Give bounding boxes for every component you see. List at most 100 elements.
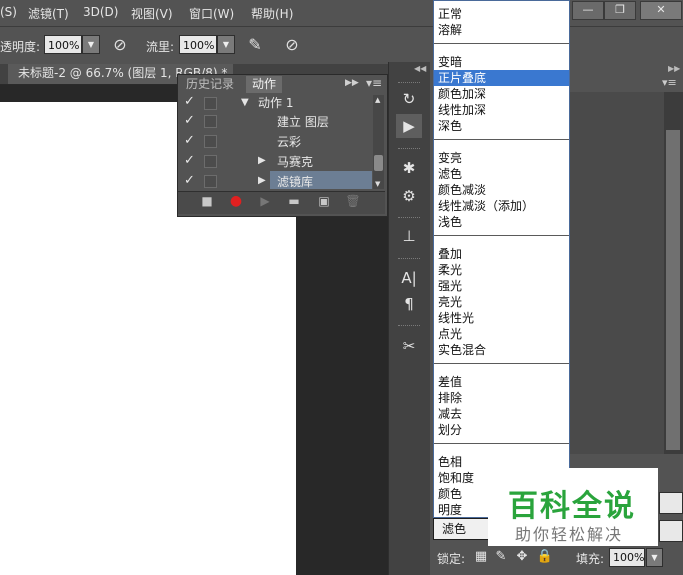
opacity-field-partial[interactable] <box>659 492 683 514</box>
blend-mode-option[interactable]: 减去 <box>434 406 569 422</box>
blend-mode-option[interactable]: 强光 <box>434 278 569 294</box>
tool-presets-icon[interactable]: ✂ <box>396 334 422 358</box>
blend-mode-option[interactable]: 变亮 <box>434 150 569 166</box>
pressure-size-icon[interactable]: ⊘ <box>281 34 303 56</box>
character-panel-icon[interactable]: A| <box>396 266 422 290</box>
row-check-icon[interactable]: ✓ <box>184 133 198 148</box>
dock-grip[interactable] <box>398 217 420 221</box>
airbrush-icon[interactable]: ✎ <box>244 34 266 56</box>
right-collapse-icon[interactable]: ▶▶ <box>668 64 680 73</box>
menu-filter[interactable]: 滤镜(T) <box>28 5 69 22</box>
dialog-toggle[interactable] <box>204 115 217 128</box>
blend-mode-option[interactable]: 正常 <box>434 6 569 22</box>
menu-3d[interactable]: 3D(D) <box>83 5 118 19</box>
blend-mode-option[interactable]: 差值 <box>434 374 569 390</box>
play-icon[interactable]: ▶ <box>254 193 276 210</box>
row-check-icon[interactable]: ✓ <box>184 113 198 128</box>
row-check-icon[interactable]: ✓ <box>184 94 198 109</box>
minimize-button[interactable]: — <box>572 1 604 20</box>
row-check-icon[interactable]: ✓ <box>184 173 198 188</box>
dock-grip[interactable] <box>398 258 420 262</box>
scroll-thumb[interactable] <box>374 155 383 171</box>
action-step-label[interactable]: 建立 图层 <box>277 113 329 130</box>
record-icon[interactable]: ● <box>225 193 247 210</box>
blend-mode-separator <box>434 443 569 444</box>
row-check-icon[interactable]: ✓ <box>184 153 198 168</box>
lock-transparency-icon[interactable]: ▦ <box>472 548 490 566</box>
blend-mode-option[interactable]: 颜色加深 <box>434 86 569 102</box>
opacity-dropdown[interactable]: ▼ <box>82 35 100 54</box>
fill-field[interactable]: 100% <box>609 548 645 567</box>
action-step-label[interactable]: 滤镜库 <box>277 173 313 190</box>
right-panel-menu-icon[interactable]: ▾≡ <box>662 76 677 89</box>
blend-mode-option[interactable]: 叠加 <box>434 246 569 262</box>
close-button[interactable]: ✕ <box>640 1 682 20</box>
dialog-toggle[interactable] <box>204 155 217 168</box>
new-set-folder-icon[interactable]: ▬ <box>283 193 305 210</box>
blend-mode-option[interactable]: 划分 <box>434 422 569 438</box>
blend-mode-option[interactable]: 溶解 <box>434 22 569 38</box>
menu-help[interactable]: 帮助(H) <box>251 5 293 22</box>
dock-grip[interactable] <box>398 325 420 329</box>
panel-collapse-icon[interactable]: ▶▶ <box>345 78 359 88</box>
blend-mode-option[interactable]: 变暗 <box>434 54 569 70</box>
new-action-icon[interactable]: ▣ <box>313 193 335 210</box>
clone-source-icon[interactable]: ⊥ <box>396 224 422 248</box>
blend-mode-option[interactable]: 颜色减淡 <box>434 182 569 198</box>
blend-mode-option[interactable]: 亮光 <box>434 294 569 310</box>
brush-panel-icon[interactable]: ✱ <box>396 156 422 180</box>
blend-mode-option[interactable]: 滤色 <box>434 166 569 182</box>
blend-mode-option[interactable]: 正片叠底 <box>434 70 569 86</box>
dialog-toggle[interactable] <box>204 175 217 188</box>
menu-view[interactable]: 视图(V) <box>131 5 173 22</box>
pressure-opacity-icon[interactable]: ⊘ <box>109 34 131 56</box>
layers-scroll-thumb[interactable] <box>666 130 680 450</box>
menu-window[interactable]: 窗口(W) <box>189 5 234 22</box>
flow-field[interactable]: 100% <box>179 35 217 54</box>
expand-triangle-icon[interactable]: ▶ <box>258 175 266 186</box>
action-set-label[interactable]: 动作 1 <box>258 94 293 111</box>
action-step-label[interactable]: 马赛克 <box>277 153 313 170</box>
blend-mode-option[interactable]: 柔光 <box>434 262 569 278</box>
blend-mode-option[interactable]: 线性加深 <box>434 102 569 118</box>
blend-mode-option[interactable]: 深色 <box>434 118 569 134</box>
lock-pixels-icon[interactable]: ✎ <box>492 548 510 566</box>
watermark-subtitle: 助你轻松解决 <box>515 525 624 544</box>
blend-mode-separator <box>434 363 569 364</box>
paragraph-panel-icon[interactable]: ¶ <box>396 292 422 316</box>
tab-history[interactable]: 历史记录 <box>180 76 240 93</box>
restore-button[interactable]: ❐ <box>604 1 636 20</box>
scroll-down-icon[interactable]: ▼ <box>375 180 380 188</box>
lock-position-icon[interactable]: ✥ <box>513 548 531 566</box>
adjustments-icon[interactable]: ⚙ <box>396 184 422 208</box>
actions-panel-icon[interactable]: ▶ <box>396 114 422 138</box>
actions-scrollbar[interactable] <box>373 95 384 189</box>
history-panel-icon[interactable]: ↻ <box>396 87 422 111</box>
dock-grip[interactable] <box>398 148 420 152</box>
dialog-toggle[interactable] <box>204 97 217 110</box>
lock-all-icon[interactable]: 🔒 <box>536 548 554 566</box>
expand-triangle-icon[interactable]: ▶ <box>258 155 266 166</box>
blend-mode-option[interactable]: 线性光 <box>434 310 569 326</box>
blend-mode-option[interactable]: 点光 <box>434 326 569 342</box>
panel-menu-icon[interactable]: ▾≡ <box>366 76 382 90</box>
menu-select[interactable]: (S) <box>0 5 17 19</box>
fill-dropdown[interactable]: ▼ <box>646 548 663 567</box>
action-step-label[interactable]: 云彩 <box>277 133 301 150</box>
scroll-up-icon[interactable]: ▲ <box>375 96 380 104</box>
stop-icon[interactable]: ■ <box>196 193 218 210</box>
filter-field-partial[interactable] <box>659 520 683 542</box>
blend-mode-option[interactable]: 排除 <box>434 390 569 406</box>
tab-actions[interactable]: 动作 <box>246 76 283 93</box>
dock-grip[interactable] <box>398 82 420 86</box>
blend-mode-option[interactable]: 浅色 <box>434 214 569 230</box>
blend-mode-option[interactable]: 实色混合 <box>434 342 569 358</box>
flow-dropdown[interactable]: ▼ <box>217 35 235 54</box>
dock-collapse-icon[interactable]: ◀◀ <box>414 64 426 73</box>
blend-mode-option[interactable]: 线性减淡（添加） <box>434 198 569 214</box>
expand-triangle-icon[interactable]: ▼ <box>241 97 249 108</box>
opacity-field[interactable]: 100% <box>44 35 82 54</box>
delete-icon[interactable]: 🗑 <box>342 193 364 210</box>
dialog-toggle[interactable] <box>204 135 217 148</box>
blend-mode-separator <box>434 139 569 140</box>
